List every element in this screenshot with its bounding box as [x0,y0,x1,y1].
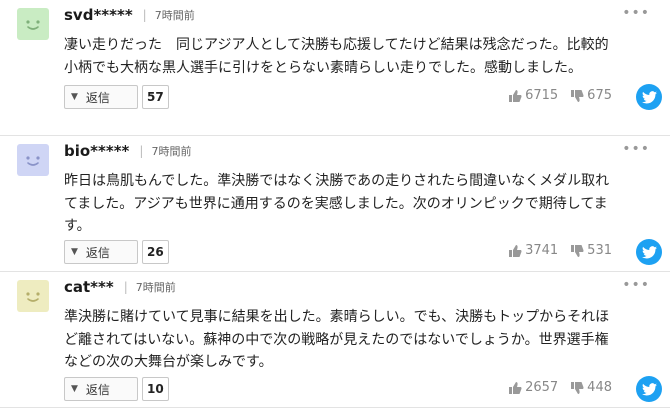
chevron-down-icon: ▼ [71,92,78,102]
like-button[interactable]: 3741 [508,243,558,258]
like-count: 3741 [525,243,559,258]
like-button[interactable]: 6715 [508,88,558,103]
thumbs-down-icon [571,89,584,102]
comment-line: 昨日は鳥肌もんでした。準決勝ではなく決勝であの走りされたら間違いなくメダル取れ [64,173,610,189]
like-count: 2657 [525,380,559,395]
thumbs-up-icon [509,244,522,257]
chevron-down-icon: ▼ [71,384,78,394]
smiley-face-icon [26,156,40,166]
reply-label: 返信 [85,245,110,260]
twitter-share-button[interactable] [636,376,662,402]
comment-line: ど離されてはいない。蘇神の中で次の戦略が見えたのではないでしょうか。世界選手権 [64,331,609,348]
timestamp: 7時間前 [151,145,192,158]
username[interactable]: cat*** [64,278,114,296]
comment-header: cat*** | 7時間前 [64,277,176,297]
dislike-button[interactable]: 675 [570,88,612,103]
comment-text: 準決勝に賭けていて見事に結果を出した。素晴らしい。でも、決勝もトップからそれほ … [64,306,660,374]
smiley-face-icon [26,292,40,302]
dislike-count: 448 [587,380,612,395]
comment-line: てました。アジアも世界に通用するのを実感しました。次のオリンピックで期待してま [64,195,608,212]
reply-button[interactable]: ▼ 返信 [64,85,138,109]
smiley-face-icon [26,20,40,30]
comment-line: 準決勝に賭けていて見事に結果を出した。素晴らしい。でも、決勝もトップからそれほ [64,309,610,325]
like-count: 6715 [525,88,559,103]
header-separator: | [123,280,128,294]
header-separator: | [142,8,147,22]
header-separator: | [139,144,144,158]
timestamp: 7時間前 [135,281,176,294]
comment-line: す。 [64,218,91,234]
reply-count[interactable]: 10 [142,377,169,401]
vote-bar: 2657 448 [508,380,612,395]
dislike-count: 531 [587,243,612,258]
vote-bar: 3741 531 [508,243,612,258]
reply-count[interactable]: 26 [142,240,169,264]
reply-count[interactable]: 57 [142,85,169,109]
comment-actions: ▼ 返信 57 [64,84,169,110]
twitter-bird-icon [641,382,657,395]
like-button[interactable]: 2657 [508,380,558,395]
comment-item: bio***** | 7時間前 ••• 昨日は鳥肌もんでした。準決勝ではなく決勝… [0,136,670,272]
avatar[interactable] [17,8,49,40]
vote-bar: 6715 675 [508,88,612,103]
comment-line: などの次の大舞台が楽しみです。 [64,354,273,370]
comment-line: 小柄でも大柄な黒人選手に引けをとらない素晴らしい走りでした。感動しました。 [64,59,582,76]
thumbs-down-icon [571,381,584,394]
comment-text: 昨日は鳥肌もんでした。準決勝ではなく決勝であの走りされたら間違いなくメダル取れ … [64,170,660,238]
twitter-bird-icon [641,245,657,258]
more-menu-icon[interactable]: ••• [622,141,650,157]
dislike-button[interactable]: 531 [570,243,612,258]
thumbs-down-icon [571,244,584,257]
username[interactable]: bio***** [64,142,129,160]
reply-label: 返信 [85,382,110,397]
twitter-bird-icon [641,90,657,103]
more-menu-icon[interactable]: ••• [622,277,650,293]
comment-header: bio***** | 7時間前 [64,141,191,161]
reply-button[interactable]: ▼ 返信 [64,240,138,264]
comment-item: svd***** | 7時間前 ••• 凄い走りだった 同じアジア人として決勝も… [0,0,670,136]
comment-actions: ▼ 返信 26 [64,239,169,265]
comment-actions: ▼ 返信 10 [64,376,169,402]
comment-header: svd***** | 7時間前 [64,5,195,25]
username[interactable]: svd***** [64,6,133,24]
dislike-count: 675 [587,88,612,103]
thumbs-up-icon [509,89,522,102]
avatar[interactable] [17,144,49,176]
chevron-down-icon: ▼ [71,247,78,257]
dislike-button[interactable]: 448 [570,380,612,395]
twitter-share-button[interactable] [636,239,662,265]
more-menu-icon[interactable]: ••• [622,5,650,21]
twitter-share-button[interactable] [636,84,662,110]
comment-text: 凄い走りだった 同じアジア人として決勝も応援してたけど結果は残念だった。比較的 … [64,34,660,79]
reply-button[interactable]: ▼ 返信 [64,377,138,401]
thumbs-up-icon [509,381,522,394]
reply-label: 返信 [85,90,110,105]
timestamp: 7時間前 [154,9,195,22]
comment-line: 凄い走りだった 同じアジア人として決勝も応援してたけど結果は残念だった。比較的 [64,37,609,53]
avatar[interactable] [17,280,49,312]
comment-item: cat*** | 7時間前 ••• 準決勝に賭けていて見事に結果を出した。素晴ら… [0,272,670,408]
